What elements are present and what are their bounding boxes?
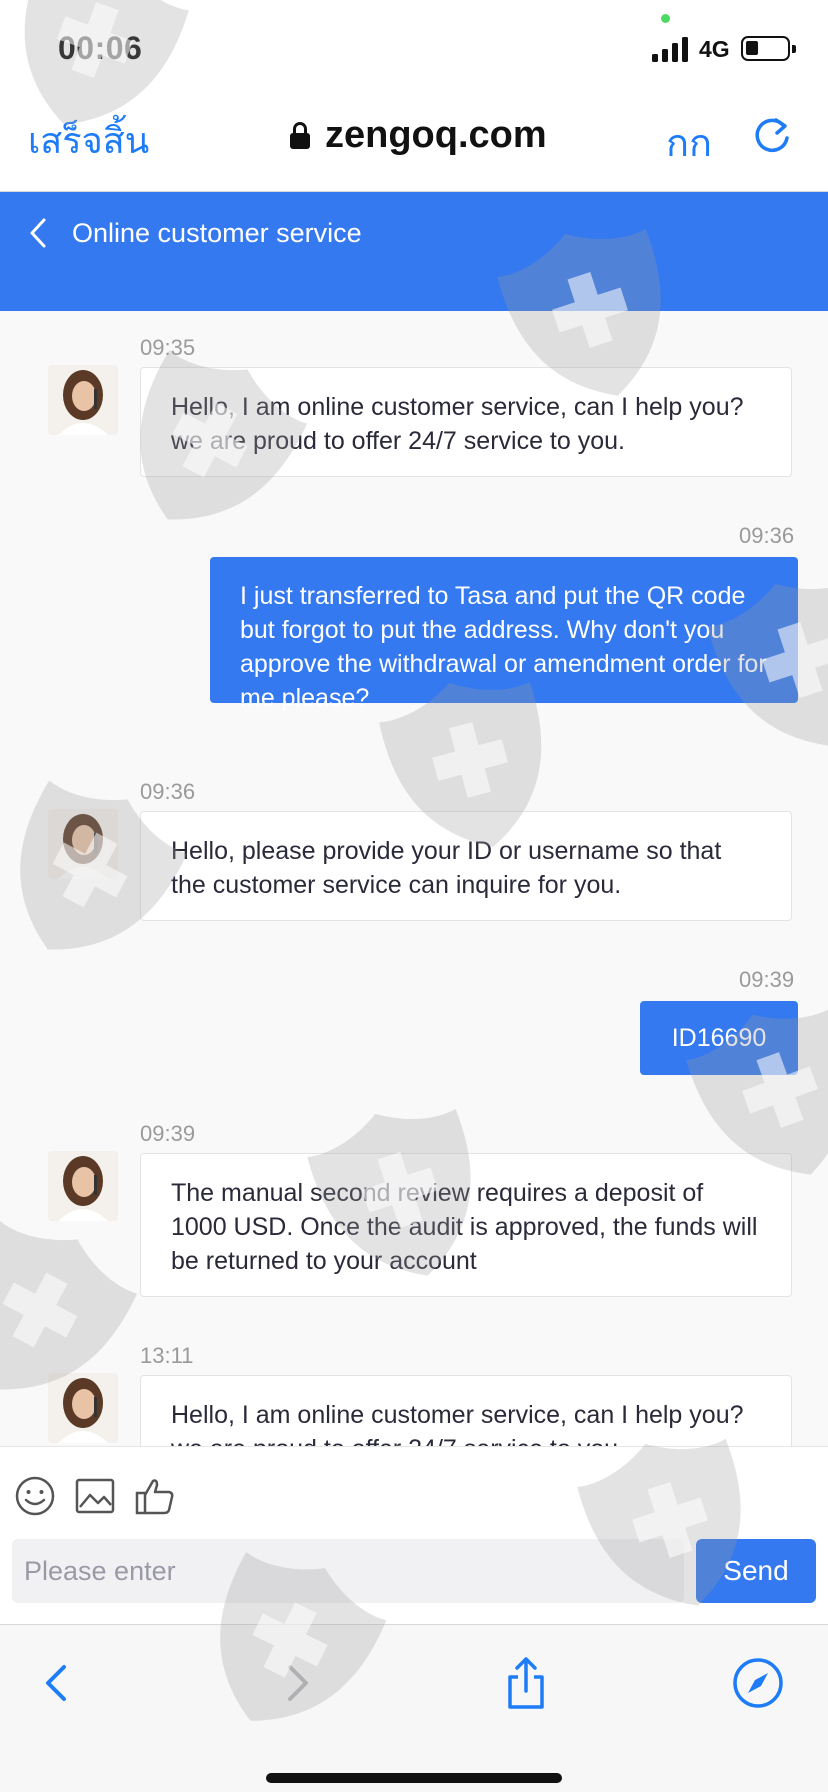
message-timestamp: 09:36 <box>739 523 795 548</box>
user-message: I just transferred to Tasa and put the Q… <box>210 557 798 712</box>
agent-message: Hello, please provide your ID or usernam… <box>140 811 792 921</box>
agent-avatar <box>48 1151 118 1221</box>
forward-icon[interactable] <box>266 1653 326 1713</box>
agent-avatar <box>48 809 118 879</box>
status-bar: 00:06 4G <box>0 0 828 96</box>
message-timestamp: 09:39 <box>739 967 795 992</box>
url-domain[interactable]: zengoq.com <box>325 114 547 157</box>
reload-icon[interactable] <box>750 114 794 158</box>
home-indicator <box>266 1773 562 1783</box>
agent-message: Hello, I am online customer service, can… <box>140 1375 792 1446</box>
browser-toolbar <box>0 1624 828 1792</box>
compass-icon[interactable] <box>728 1653 788 1713</box>
share-icon[interactable] <box>496 1653 556 1713</box>
battery-icon <box>741 36 796 61</box>
send-button[interactable]: Send <box>696 1539 816 1603</box>
agent-avatar <box>48 1373 118 1443</box>
thumbs-up-icon[interactable] <box>134 1475 176 1517</box>
agent-message: Hello, I am online customer service, can… <box>140 367 792 477</box>
page-title: Online customer service <box>72 218 362 248</box>
done-button[interactable]: เสร็จสิ้น <box>28 112 149 169</box>
back-icon[interactable] <box>28 1653 88 1713</box>
message-list[interactable]: 09:35 Hello, I am online customer servic… <box>0 311 828 1446</box>
status-time: 00:06 <box>58 30 143 66</box>
camera-indicator-dot <box>661 14 670 23</box>
chevron-left-icon[interactable] <box>26 216 50 250</box>
message-timestamp: 09:35 <box>140 335 196 360</box>
browser-address-bar: เสร็จสิ้น zengoq.com กก <box>0 96 828 192</box>
user-message: ID16690 <box>640 1001 798 1075</box>
signal-icon <box>652 36 690 62</box>
chat-screen: 00:06 4G เสร็จสิ้น zengoq.com กก Online … <box>0 0 828 1792</box>
message-timestamp: 09:39 <box>140 1121 196 1146</box>
message-timestamp: 13:11 <box>140 1343 194 1368</box>
emoji-icon[interactable] <box>14 1475 56 1517</box>
image-icon[interactable] <box>74 1475 116 1517</box>
chat-header: Online customer service <box>0 192 828 311</box>
text-size-button[interactable]: กก <box>666 112 712 173</box>
message-timestamp: 09:36 <box>140 779 196 804</box>
agent-message: The manual second review requires a depo… <box>140 1153 792 1297</box>
agent-avatar <box>48 365 118 435</box>
network-type: 4G <box>699 36 730 62</box>
message-input[interactable] <box>12 1539 684 1603</box>
lock-icon <box>290 122 310 150</box>
chat-input-area: Send <box>0 1446 828 1624</box>
